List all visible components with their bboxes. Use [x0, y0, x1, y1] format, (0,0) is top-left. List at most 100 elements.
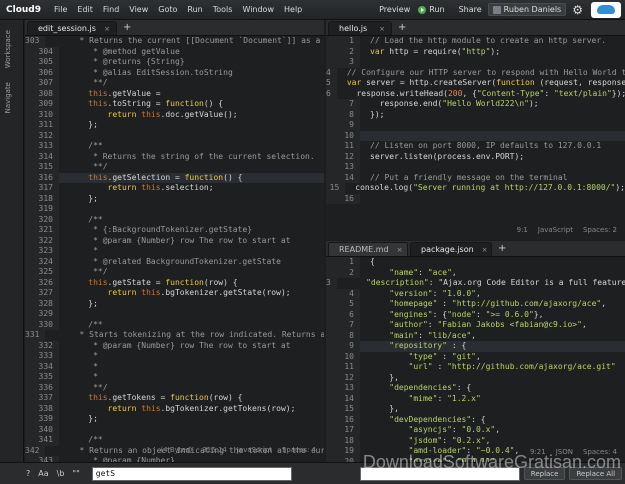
line-text[interactable]: }, — [360, 404, 399, 415]
code-line[interactable]: 4 "version": "1.0.0", — [326, 288, 625, 300]
sidebar-tab-navigate[interactable]: Navigate — [4, 82, 12, 113]
code-line[interactable]: 11 "url" : "http://github.com/ajaxorg/ac… — [326, 362, 625, 373]
run-button[interactable]: Run — [416, 5, 452, 14]
status-lang[interactable]: JSON — [556, 448, 573, 456]
code-line[interactable]: 4// Configure our HTTP server to respond… — [326, 67, 625, 78]
code-line[interactable]: 11// Listen on port 8000, IP defaults to… — [326, 141, 625, 152]
status-spaces[interactable]: Spaces: 2 — [583, 226, 617, 234]
code-line[interactable]: 16 "devDependencies": { — [326, 414, 625, 426]
case-toggle[interactable]: Aa — [36, 469, 50, 478]
editor-pane-right-top[interactable]: hello.js × + 1// Load the http module to… — [326, 20, 625, 240]
line-text[interactable]: // Listen on port 8000, IP defaults to 1… — [360, 141, 601, 152]
line-text[interactable]: * — [59, 362, 98, 373]
line-text[interactable]: }, — [360, 373, 399, 384]
add-tab-icon[interactable]: + — [117, 22, 137, 33]
status-lang[interactable]: JavaScript — [237, 446, 272, 454]
line-text[interactable]: "repository" : { — [360, 341, 466, 352]
code-line[interactable]: 338 return this.bgTokenizer.getTokens(ro… — [25, 403, 324, 414]
menu-help[interactable]: Help — [279, 5, 307, 14]
code-line[interactable]: 306 * @alias EditSession.toString — [25, 67, 324, 79]
gear-icon[interactable]: ⚙ — [572, 3, 583, 17]
code-line[interactable]: 15 }, — [326, 404, 625, 415]
code-line[interactable]: 315 **/ — [25, 162, 324, 173]
line-text[interactable] — [360, 162, 370, 173]
replace-input[interactable] — [359, 466, 520, 481]
code-line[interactable]: 8 "main": "lib/ace", — [326, 330, 625, 341]
code-line[interactable]: 5 "homepage" : "http://github.com/ajaxor… — [326, 299, 625, 310]
line-text[interactable]: }; — [59, 299, 98, 310]
code-line[interactable]: 9 "repository" : { — [326, 341, 625, 352]
code-line[interactable]: 336 **/ — [25, 382, 324, 394]
add-tab-icon[interactable]: + — [392, 22, 412, 33]
line-text[interactable]: **/ — [59, 383, 107, 394]
code-line[interactable]: 308 this.getValue = — [25, 88, 324, 100]
line-text[interactable]: * — [59, 351, 98, 362]
code-line[interactable]: 341 /** — [25, 435, 324, 446]
line-text[interactable] — [59, 131, 69, 142]
line-text[interactable]: }; — [59, 194, 98, 205]
line-text[interactable]: "version": "1.0.0", — [360, 289, 481, 300]
code-area-right-bottom[interactable]: 1{2 "name": "ace", 3 "description": "Ajax… — [326, 257, 625, 462]
line-text[interactable]: this.getValue = — [59, 89, 160, 100]
code-line[interactable]: 6 response.writeHead(200, {"Content-Type… — [326, 88, 625, 99]
line-text[interactable]: **/ — [59, 162, 107, 173]
code-line[interactable]: 309 this.toString = function() { — [25, 99, 324, 110]
line-text[interactable]: * — [59, 372, 98, 383]
replace-all-button[interactable]: Replace All — [569, 467, 623, 480]
cloud-icon[interactable] — [591, 1, 621, 18]
code-line[interactable]: 316 this.getSelection = function() { — [25, 172, 324, 183]
code-line[interactable]: 7 response.end("Hello World222\n"); — [326, 99, 625, 110]
close-icon[interactable]: × — [482, 246, 488, 254]
code-line[interactable]: 10 — [326, 130, 625, 142]
line-text[interactable]: * — [59, 246, 98, 257]
line-text[interactable]: "devDependencies": { — [360, 415, 485, 426]
line-text[interactable]: return this.doc.getValue(); — [59, 110, 238, 121]
line-text[interactable]: /** — [59, 320, 102, 331]
line-text[interactable]: "homepage" : "http://github.com/ajaxorg/… — [360, 299, 606, 310]
code-line[interactable]: 333 * — [25, 351, 324, 362]
line-text[interactable]: // Load the http module to create an htt… — [360, 36, 606, 47]
code-line[interactable]: 340 — [25, 424, 324, 435]
line-text[interactable]: var http = require("http"); — [360, 47, 500, 58]
line-text[interactable]: this.getState = function(row) { — [59, 278, 237, 289]
line-text[interactable]: * @alias EditSession.toString — [59, 68, 233, 79]
line-text[interactable]: **/ — [59, 78, 107, 89]
code-line[interactable]: 311 }; — [25, 120, 324, 131]
line-text[interactable]: "type" : "git", — [360, 352, 481, 363]
line-text[interactable]: /** — [59, 141, 102, 152]
code-line[interactable]: 14 "mime": "1.2.x" — [326, 393, 625, 404]
code-line[interactable]: 303 * Returns the current [[Document `Do… — [25, 36, 324, 47]
code-line[interactable]: 339 }; — [25, 414, 324, 425]
editor-pane-left[interactable]: edit_session.js × + 303 * Returns the cu… — [25, 20, 324, 462]
line-text[interactable]: }; — [59, 120, 98, 131]
status-spaces[interactable]: Spaces: 4 — [583, 448, 617, 456]
code-line[interactable]: 5 var server = http.createServer(function… — [326, 78, 625, 89]
line-text[interactable]: { — [360, 257, 375, 268]
code-line[interactable]: 14// Put a friendly message on the termi… — [326, 172, 625, 183]
code-line[interactable]: 307 **/ — [25, 78, 324, 89]
line-text[interactable]: * @param {Number} row The row to start a… — [59, 236, 290, 247]
line-text[interactable]: * Returns the current [[Document `Docume… — [45, 36, 324, 47]
tab-edit-session[interactable]: edit_session.js × — [27, 21, 117, 35]
line-text[interactable]: response.end("Hello World222\n"); — [360, 99, 539, 110]
code-line[interactable]: 313 /** — [25, 141, 324, 152]
code-line[interactable]: 3 — [326, 57, 625, 68]
code-line[interactable]: 305 * @returns {String} — [25, 57, 324, 68]
preview-button[interactable]: Preview — [373, 5, 416, 14]
menu-tools[interactable]: Tools — [208, 5, 238, 14]
menu-run[interactable]: Run — [182, 5, 207, 14]
line-text[interactable]: "engines": {"node": ">= 0.6.0"}, — [360, 310, 543, 321]
selection-toggle[interactable]: "" — [70, 469, 81, 478]
code-line[interactable]: 314 * Returns the string of the current … — [25, 151, 324, 162]
menu-window[interactable]: Window — [237, 5, 279, 14]
line-text[interactable] — [360, 131, 370, 142]
code-line[interactable]: 304 * @method getValue — [25, 46, 324, 57]
code-line[interactable]: 12 }, — [326, 372, 625, 384]
line-text[interactable]: * @param {Number} row The row to start a… — [59, 341, 290, 352]
menu-find[interactable]: Find — [98, 5, 124, 14]
sidebar-tab-workspace[interactable]: Workspace — [4, 30, 12, 68]
code-line[interactable]: 334 * — [25, 361, 324, 373]
code-line[interactable]: 329 — [25, 309, 324, 320]
code-line[interactable]: 16 — [326, 193, 625, 204]
code-line[interactable]: 10 "type" : "git", — [326, 351, 625, 363]
